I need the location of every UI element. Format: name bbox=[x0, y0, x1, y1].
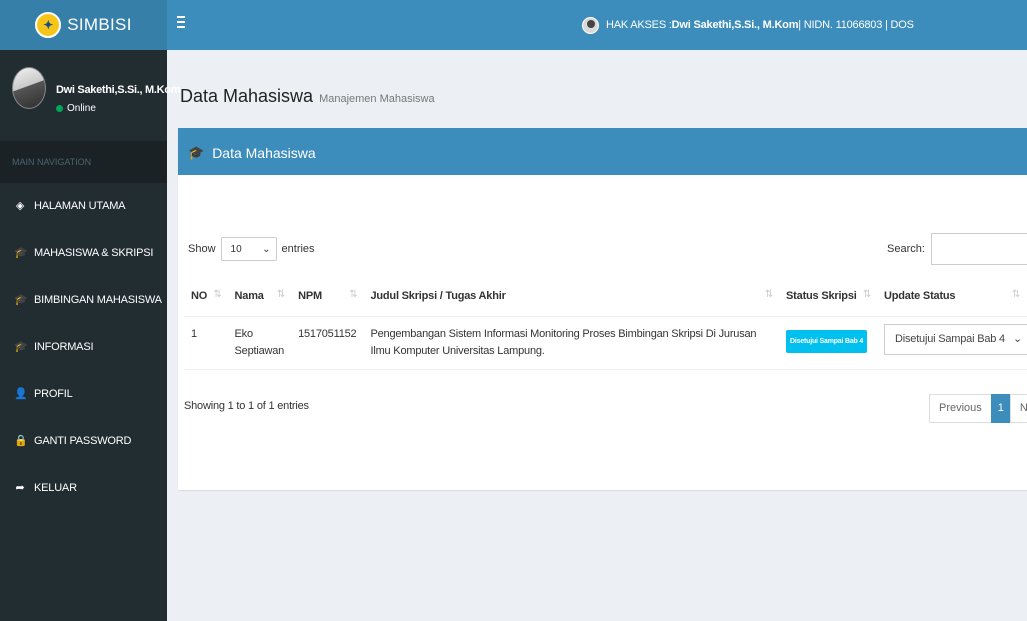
sidebar-item-ganti-password[interactable]: 🔒 GANTI PASSWORD bbox=[0, 418, 167, 465]
sidebar-item-profil[interactable]: 👤 PROFIL bbox=[0, 371, 167, 418]
column-header-status[interactable]: Status Skripsi ⇅ bbox=[779, 276, 877, 317]
entries-label: entries bbox=[281, 243, 315, 255]
column-header-update-status[interactable]: Update Status ⇅ bbox=[877, 276, 1027, 317]
nav-header: MAIN NAVIGATION bbox=[0, 141, 167, 183]
sidebar-toggle-icon[interactable] bbox=[177, 16, 191, 30]
sidebar-item-halaman-utama[interactable]: ◈ HALAMAN UTAMA bbox=[0, 183, 167, 230]
pagination: Previous 1 Next bbox=[929, 394, 1027, 423]
avatar-small bbox=[582, 16, 599, 34]
online-dot-icon bbox=[56, 105, 63, 112]
user-status-label: Online bbox=[67, 103, 96, 114]
sidebar-item-label: KELUAR bbox=[34, 482, 77, 494]
box-title: Data Mahasiswa bbox=[212, 145, 316, 161]
table-row: 1 Eko Septiawan 1517051152 Pengembangan … bbox=[184, 316, 1027, 370]
table-header-row: NO ⇅ Nama ⇅ NPM ⇅ Judul Skripsi / Tugas Akh… bbox=[184, 276, 1027, 317]
graduation-cap-icon: 🎓 bbox=[14, 247, 28, 259]
sidebar-item-mahasiswa-skripsi[interactable]: 🎓 MAHASISWA & SKRIPSI bbox=[0, 230, 167, 277]
sidebar-item-label: GANTI PASSWORD bbox=[34, 435, 132, 447]
sidebar-menu: ◈ HALAMAN UTAMA 🎓 MAHASISWA & SKRIPSI 🎓 BIM… bbox=[0, 183, 167, 512]
search-control: Search: bbox=[887, 233, 1027, 265]
sidebar-item-label: HALAMAN UTAMA bbox=[34, 200, 126, 212]
sidebar-item-label: BIMBINGAN MAHASISWA bbox=[34, 294, 162, 306]
update-status-select[interactable]: Disetujui Sampai Bab 4 ⌄ bbox=[884, 323, 1027, 355]
entries-length-control: Show 10 ⌄ entries bbox=[188, 237, 315, 261]
cell-update-status: Disetujui Sampai Bab 4 ⌄ bbox=[877, 316, 1027, 370]
sort-icon: ⇅ bbox=[349, 289, 358, 300]
sidebar-item-bimbingan-mahasiswa[interactable]: 🎓 BIMBINGAN MAHASISWA bbox=[0, 277, 167, 324]
user-panel: Dwi Sakethi,S.Si., M.Kom Online bbox=[0, 50, 181, 141]
content-header: Data Mahasiswa Manajemen Mahasiswa bbox=[180, 86, 435, 107]
box-header: 🎓 Data Mahasiswa bbox=[178, 131, 1027, 175]
chevron-down-icon: ⌄ bbox=[1012, 332, 1022, 345]
avatar bbox=[12, 67, 46, 109]
sort-icon: ⇅ bbox=[764, 289, 774, 300]
cell-npm: 1517051152 bbox=[291, 316, 364, 370]
students-table: NO ⇅ Nama ⇅ NPM ⇅ Judul Skripsi / Tugas Akh… bbox=[184, 276, 1027, 370]
cell-nama: Eko Septiawan bbox=[227, 316, 292, 370]
share-icon: ➦ bbox=[15, 482, 25, 494]
page-subtitle: Manajemen Mahasiswa bbox=[319, 93, 435, 105]
column-header-npm[interactable]: NPM ⇅ bbox=[291, 276, 364, 317]
graduation-cap-icon: 🎓 bbox=[14, 341, 28, 353]
entries-value: 10 bbox=[230, 243, 242, 255]
user-status: Online bbox=[56, 103, 96, 114]
data-box: 🎓 Data Mahasiswa Show 10 ⌄ entries Searc… bbox=[178, 128, 1027, 490]
entries-select[interactable]: 10 ⌄ bbox=[220, 237, 277, 261]
graduation-cap-icon: 🎓 bbox=[188, 145, 205, 160]
user-access-info[interactable]: HAK AKSES : Dwi Sakethi,S.Si., M.Kom | N… bbox=[582, 0, 914, 50]
logo-emblem-icon: ✦ bbox=[35, 12, 62, 38]
column-header-judul[interactable]: Judul Skripsi / Tugas Akhir ⇅ bbox=[363, 276, 780, 317]
logo-text: SIMBISI bbox=[67, 15, 132, 34]
cell-status: Disetujui Sampai Bab 4 bbox=[779, 316, 877, 370]
update-status-value: Disetujui Sampai Bab 4 bbox=[895, 332, 1005, 345]
sidebar-item-label: MAHASISWA & SKRIPSI bbox=[34, 247, 154, 259]
page-title: Data Mahasiswa bbox=[180, 86, 314, 106]
access-prefix: HAK AKSES : bbox=[606, 19, 672, 31]
sidebar-item-label: PROFIL bbox=[34, 388, 73, 400]
sort-icon: ⇅ bbox=[862, 289, 871, 300]
sort-icon: ⇅ bbox=[1011, 289, 1020, 300]
user-name: Dwi Sakethi,S.Si., M.Kom bbox=[56, 84, 181, 96]
sidebar-item-label: INFORMASI bbox=[34, 341, 94, 353]
graduation-cap-icon: 🎓 bbox=[14, 294, 28, 306]
sort-asc-icon: ⇅ bbox=[213, 289, 222, 300]
top-navbar: HAK AKSES : Dwi Sakethi,S.Si., M.Kom | N… bbox=[167, 0, 1027, 50]
app-logo[interactable]: ✦ SIMBISI bbox=[0, 0, 167, 50]
column-header-nama[interactable]: Nama ⇅ bbox=[227, 276, 292, 317]
search-label: Search: bbox=[887, 243, 925, 255]
previous-button[interactable]: Previous bbox=[929, 394, 992, 423]
page-1-button[interactable]: 1 bbox=[990, 394, 1011, 423]
access-name: Dwi Sakethi,S.Si., M.Kom bbox=[671, 19, 799, 31]
column-header-no[interactable]: NO ⇅ bbox=[184, 276, 228, 317]
lock-icon: 🔒 bbox=[14, 435, 28, 447]
chevron-down-icon: ⌄ bbox=[262, 243, 271, 255]
cell-no: 1 bbox=[184, 316, 228, 370]
user-icon: 👤 bbox=[14, 388, 28, 400]
search-input[interactable] bbox=[930, 233, 1027, 265]
sidebar-item-keluar[interactable]: ➦ KELUAR bbox=[0, 465, 167, 512]
access-suffix: | NIDN. 11066803 | DOS bbox=[798, 19, 914, 31]
table-info: Showing 1 to 1 of 1 entries bbox=[184, 400, 309, 412]
sidebar-item-informasi[interactable]: 🎓 INFORMASI bbox=[0, 324, 167, 371]
cell-judul: Pengembangan Sistem Informasi Monitoring… bbox=[363, 316, 780, 370]
sidebar: Dwi Sakethi,S.Si., M.Kom Online MAIN NAV… bbox=[0, 50, 181, 621]
sort-icon: ⇅ bbox=[276, 289, 286, 300]
dashboard-icon: ◈ bbox=[15, 200, 25, 212]
status-badge: Disetujui Sampai Bab 4 bbox=[786, 329, 868, 353]
next-button[interactable]: Next bbox=[1009, 394, 1027, 423]
show-label: Show bbox=[188, 243, 216, 255]
